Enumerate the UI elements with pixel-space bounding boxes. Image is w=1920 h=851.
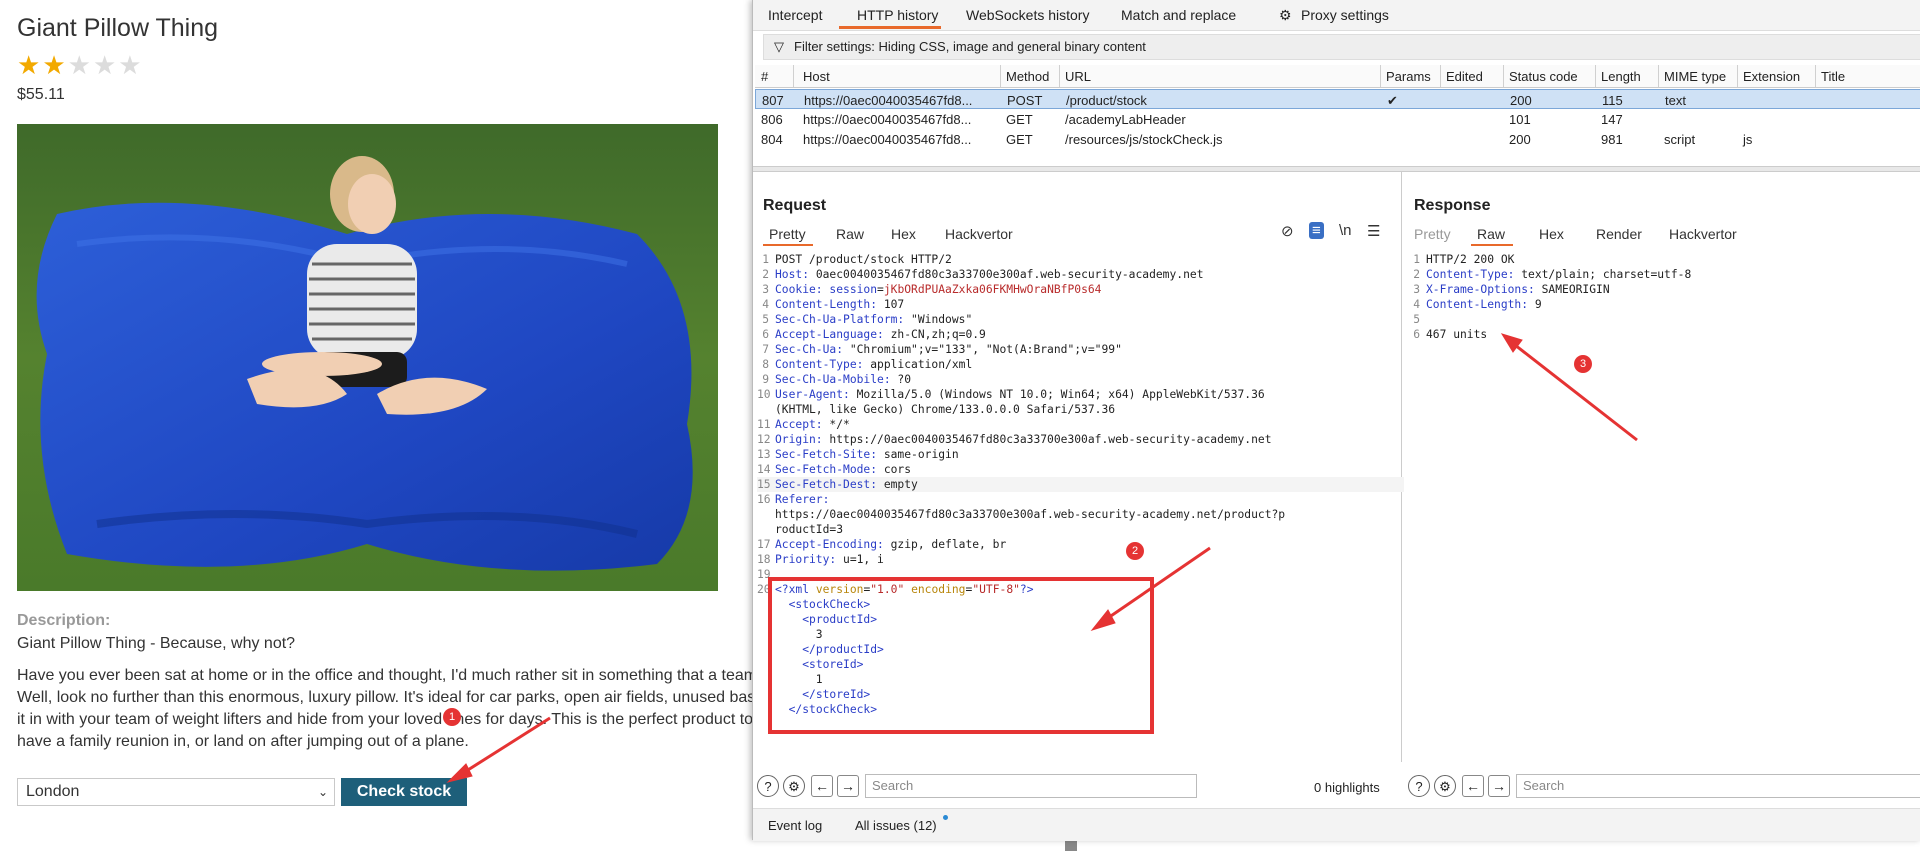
annotation-badge: 1 xyxy=(443,708,461,726)
annotation-badge: 2 xyxy=(1126,542,1144,560)
annotation-badge: 3 xyxy=(1574,355,1592,373)
annotation-arrows xyxy=(446,333,1638,783)
